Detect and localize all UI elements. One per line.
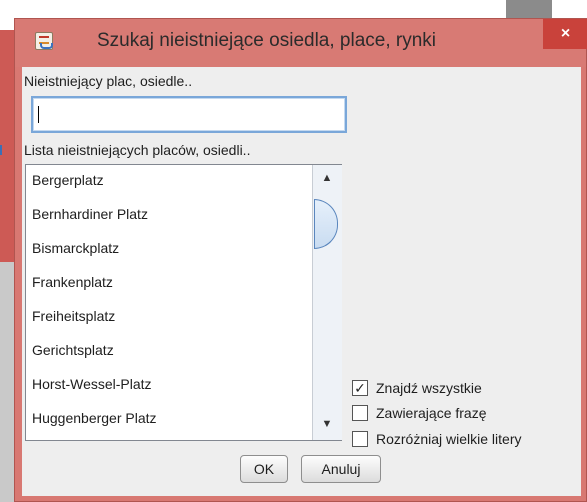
case-sensitive-label: Rozróżniaj wielkie litery <box>376 431 522 447</box>
checkbox-unchecked-icon[interactable] <box>352 405 368 421</box>
checkbox-checked-icon[interactable]: ✓ <box>352 380 368 396</box>
close-icon: × <box>560 25 571 42</box>
scroll-down-arrow-icon[interactable]: ▼ <box>316 413 338 435</box>
list-item[interactable]: Huggenberger Platz <box>32 410 157 426</box>
background-tab <box>506 0 552 18</box>
search-input[interactable] <box>31 96 347 133</box>
find-all-checkbox[interactable]: ✓ Znajdź wszystkie <box>352 379 482 397</box>
text-caret <box>38 106 39 123</box>
list-item[interactable]: Freiheitsplatz <box>32 308 115 324</box>
list-scrollbar[interactable]: ▲ ▼ <box>312 165 342 440</box>
find-all-label: Znajdź wszystkie <box>376 380 482 396</box>
scroll-up-arrow-icon[interactable]: ▲ <box>316 167 338 189</box>
close-button[interactable]: × <box>543 19 587 49</box>
java-app-icon <box>35 32 53 50</box>
list-item[interactable]: Bismarckplatz <box>32 240 119 256</box>
dialog-content: Nieistniejący plac, osiedle.. Lista niei… <box>22 67 581 496</box>
contains-phrase-label: Zawierające frazę <box>376 405 487 421</box>
list-item[interactable]: Bernhardiner Platz <box>32 206 148 222</box>
list-item[interactable]: Gerichtsplatz <box>32 342 114 358</box>
case-sensitive-checkbox[interactable]: Rozróżniaj wielkie litery <box>352 430 522 448</box>
title-bar[interactable]: Szukaj nieistniejące osiedla, place, ryn… <box>15 19 587 67</box>
background-link-fragment <box>0 145 2 155</box>
scroll-thumb[interactable] <box>314 199 338 249</box>
search-dialog: Szukaj nieistniejące osiedla, place, ryn… <box>14 18 587 502</box>
list-item[interactable]: Frankenplatz <box>32 274 113 290</box>
dialog-title: Szukaj nieistniejące osiedla, place, ryn… <box>97 30 437 51</box>
background-panel <box>0 262 14 502</box>
list-item[interactable]: Bergerplatz <box>32 172 104 188</box>
list-item[interactable]: Horst-Wessel-Platz <box>32 376 152 392</box>
contains-phrase-checkbox[interactable]: Zawierające frazę <box>352 404 487 422</box>
list-label: Lista nieistniejących placów, osiedli.. <box>24 142 251 158</box>
cancel-button[interactable]: Anuluj <box>301 455 381 483</box>
checkbox-unchecked-icon[interactable] <box>352 431 368 447</box>
places-list[interactable]: Bergerplatz Bernhardiner Platz Bismarckp… <box>25 164 342 441</box>
search-label: Nieistniejący plac, osiedle.. <box>24 73 193 89</box>
ok-button[interactable]: OK <box>240 455 288 483</box>
